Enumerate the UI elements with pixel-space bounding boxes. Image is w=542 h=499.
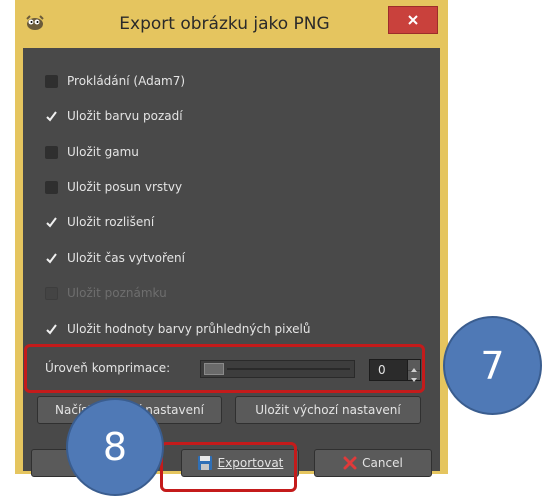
option-label: Uložit barvu pozadí [67,109,183,123]
save-resolution-checkbox[interactable] [45,216,58,229]
option-save-comment: Uložit poznámku [45,282,167,304]
option-interlace[interactable]: Prokládání (Adam7) [45,70,185,92]
option-save-layer-offset[interactable]: Uložit posun vrstvy [45,176,182,198]
cancel-button[interactable]: Cancel [314,449,432,477]
export-highlight [160,442,297,492]
option-label: Prokládání (Adam7) [67,74,186,88]
save-background-checkbox[interactable] [45,110,58,123]
gimp-icon [24,13,46,31]
checkmark-icon [46,216,57,228]
save-defaults-button[interactable]: Uložit výchozí nastavení [235,396,421,424]
titlebar[interactable]: Export obrázku jako PNG [15,0,448,48]
save-comment-checkbox [45,286,58,300]
option-label: Uložit poznámku [67,286,167,300]
cancel-x-icon [343,456,357,470]
option-label: Uložit hodnoty barvy průhledných pixelů [67,322,311,336]
option-save-resolution[interactable]: Uložit rozlišení [45,211,154,233]
compression-highlight [24,344,425,393]
option-save-creation-time[interactable]: Uložit čas vytvoření [45,247,185,269]
dialog-title: Export obrázku jako PNG [119,14,330,34]
save-creation-time-checkbox[interactable] [45,252,58,265]
step-badge-8: 8 [66,398,164,496]
option-label: Uložit gamu [67,145,139,159]
save-defaults-label: Uložit výchozí nastavení [255,403,401,417]
close-icon [408,15,418,25]
save-transparent-colors-checkbox[interactable] [45,323,58,336]
option-label: Uložit čas vytvoření [67,251,185,265]
option-save-background[interactable]: Uložit barvu pozadí [45,105,183,127]
export-dialog-window: Export obrázku jako PNG Prokládání (Adam… [15,0,448,477]
option-save-transparent-colors[interactable]: Uložit hodnoty barvy průhledných pixelů [45,318,311,340]
interlace-checkbox[interactable] [45,74,58,88]
checkmark-icon [46,252,57,264]
save-gamma-checkbox[interactable] [45,145,58,159]
option-label: Uložit rozlišení [67,215,155,229]
save-layer-offset-checkbox[interactable] [45,180,58,194]
option-save-gamma[interactable]: Uložit gamu [45,141,139,163]
option-label: Uložit posun vrstvy [67,180,183,194]
cancel-label: Cancel [362,456,403,470]
badge-number: 8 [102,425,128,469]
badge-number: 7 [480,343,505,388]
close-button[interactable] [388,6,438,34]
checkmark-icon [46,323,57,335]
step-badge-7: 7 [443,316,542,415]
checkmark-icon [46,110,57,122]
